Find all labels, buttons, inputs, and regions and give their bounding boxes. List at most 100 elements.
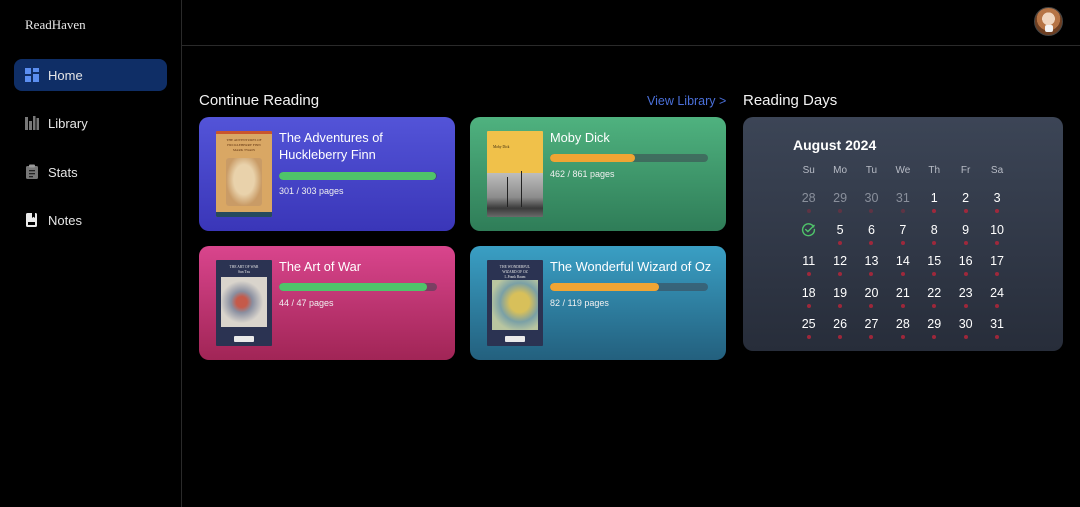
day-number: 10 — [990, 222, 1004, 237]
missed-day-marker — [932, 335, 937, 339]
view-library-link[interactable]: View Library > — [647, 94, 726, 108]
day-number: 29 — [833, 191, 848, 205]
sidebar-item-stats[interactable]: Stats — [14, 156, 167, 188]
day-number: 8 — [930, 222, 938, 237]
calendar-day[interactable]: 17 — [981, 246, 1012, 278]
calendar-day[interactable]: 10 — [981, 215, 1012, 247]
sidebar-item-notes[interactable]: Notes — [14, 204, 167, 236]
calendar-day[interactable]: 19 — [824, 278, 855, 310]
calendar-day[interactable]: 11 — [793, 246, 824, 278]
calendar-day[interactable]: 29 — [824, 183, 855, 215]
check-circle-icon — [802, 222, 816, 236]
day-number: 26 — [833, 317, 848, 331]
missed-day-marker — [900, 240, 905, 245]
cover-top — [487, 131, 543, 173]
calendar-day[interactable]: 31 — [887, 183, 918, 215]
cover-text: THE ART OF WAR Sun Tzu — [229, 265, 259, 274]
sidebar-item-library[interactable]: Library — [14, 107, 167, 139]
calendar-day[interactable]: 25 — [793, 309, 824, 341]
dashboard-icon — [24, 67, 40, 83]
calendar-day[interactable]: 16 — [950, 246, 981, 278]
calendar-day[interactable]: 3 — [981, 183, 1012, 215]
calendar-day[interactable]: 30 — [856, 183, 887, 215]
calendar-day[interactable]: 30 — [950, 309, 981, 341]
calendar-day[interactable]: 2 — [950, 183, 981, 215]
progress-fill — [550, 283, 659, 291]
book-cover: Moby Dick — [487, 131, 543, 217]
missed-day-marker — [869, 272, 874, 276]
missed-day-marker — [932, 240, 937, 245]
missed-day-marker — [995, 335, 1000, 339]
missed-day-marker — [995, 240, 1000, 245]
calendar-day[interactable]: 28 — [793, 183, 824, 215]
calendar-day[interactable]: 6 — [856, 215, 887, 247]
day-number: 9 — [962, 222, 970, 237]
missed-day-marker — [932, 303, 937, 308]
app-logo[interactable]: ReadHaven — [25, 17, 86, 33]
day-number: 25 — [801, 317, 816, 331]
day-number: 13 — [864, 254, 879, 268]
pages-count: 82 / 119 pages — [550, 298, 609, 308]
weekday-label: Tu — [865, 165, 878, 176]
missed-day-marker — [995, 209, 1000, 213]
sidebar-item-home[interactable]: Home — [14, 59, 167, 91]
day-number: 27 — [864, 317, 879, 331]
books-icon — [24, 115, 40, 131]
calendar-day[interactable]: 1 — [919, 183, 950, 215]
book-card[interactable]: THE ART OF WAR Sun Tzu The Art of War 44 … — [199, 246, 455, 360]
weekday-label: Sa — [990, 165, 1004, 176]
day-number: 24 — [990, 285, 1004, 300]
day-number: 30 — [864, 191, 879, 205]
calendar-day[interactable]: 29 — [919, 309, 950, 341]
user-avatar[interactable] — [1034, 7, 1063, 36]
calendar-day[interactable]: 18 — [793, 278, 824, 310]
missed-day-marker — [963, 303, 968, 308]
calendar-day[interactable]: 24 — [981, 278, 1012, 310]
cover-text: THE ADVENTURES OF HUCKLEBERRY FINN MARK TW… — [226, 138, 262, 152]
day-number: 16 — [958, 254, 973, 268]
day-number: 30 — [958, 317, 973, 331]
calendar-day[interactable]: 13 — [856, 246, 887, 278]
calendar-day[interactable]: 26 — [824, 309, 855, 341]
book-card[interactable]: Moby Dick Moby Dick 462 / 861 pages — [470, 117, 726, 231]
missed-day-marker — [995, 272, 1000, 276]
calendar-day[interactable]: 8 — [919, 215, 950, 247]
cover-text: THE WONDERFUL WIZARD OF OZ L.Frank Baum — [499, 265, 531, 279]
calendar-day[interactable] — [793, 215, 824, 247]
day-number: 2 — [962, 191, 970, 205]
book-title: The Wonderful Wizard of Oz — [550, 259, 712, 274]
book-card[interactable]: THE WONDERFUL WIZARD OF OZ L.Frank Baum Th… — [470, 246, 726, 360]
missed-day-marker — [932, 272, 937, 276]
book-cover: THE ART OF WAR Sun Tzu — [216, 260, 272, 346]
calendar-day[interactable]: 20 — [856, 278, 887, 310]
missed-day-marker — [806, 303, 811, 308]
day-number: 15 — [927, 254, 942, 268]
calendar-day[interactable]: 22 — [919, 278, 950, 310]
calendar-day[interactable]: 27 — [856, 309, 887, 341]
missed-day-marker — [963, 335, 968, 339]
book-card[interactable]: THE ADVENTURES OF HUCKLEBERRY FINN MARK TW… — [199, 117, 455, 231]
reading-days-title: Reading Days — [743, 92, 838, 109]
day-number: 31 — [990, 317, 1004, 331]
day-number: 14 — [895, 254, 910, 268]
publisher-logo — [505, 336, 525, 342]
pages-count: 301 / 303 pages — [279, 186, 344, 196]
pages-count: 462 / 861 pages — [550, 169, 615, 179]
missed-day-marker — [900, 303, 905, 308]
calendar-day[interactable]: 31 — [981, 309, 1012, 341]
weekday-label: Fr — [960, 165, 971, 176]
missed-day-marker — [806, 335, 811, 339]
calendar-day[interactable]: 21 — [887, 278, 918, 310]
calendar-day[interactable]: 12 — [824, 246, 855, 278]
calendar-day[interactable]: 14 — [887, 246, 918, 278]
calendar-day[interactable]: 15 — [919, 246, 950, 278]
calendar-day[interactable]: 9 — [950, 215, 981, 247]
day-number: 18 — [801, 285, 816, 300]
calendar-day[interactable]: 23 — [950, 278, 981, 310]
missed-day-marker — [869, 303, 874, 308]
calendar-day[interactable]: 7 — [887, 215, 918, 247]
calendar-day[interactable]: 5 — [824, 215, 855, 247]
calendar-day[interactable]: 28 — [887, 309, 918, 341]
cover-band — [216, 212, 272, 217]
progress-bar — [550, 283, 708, 291]
